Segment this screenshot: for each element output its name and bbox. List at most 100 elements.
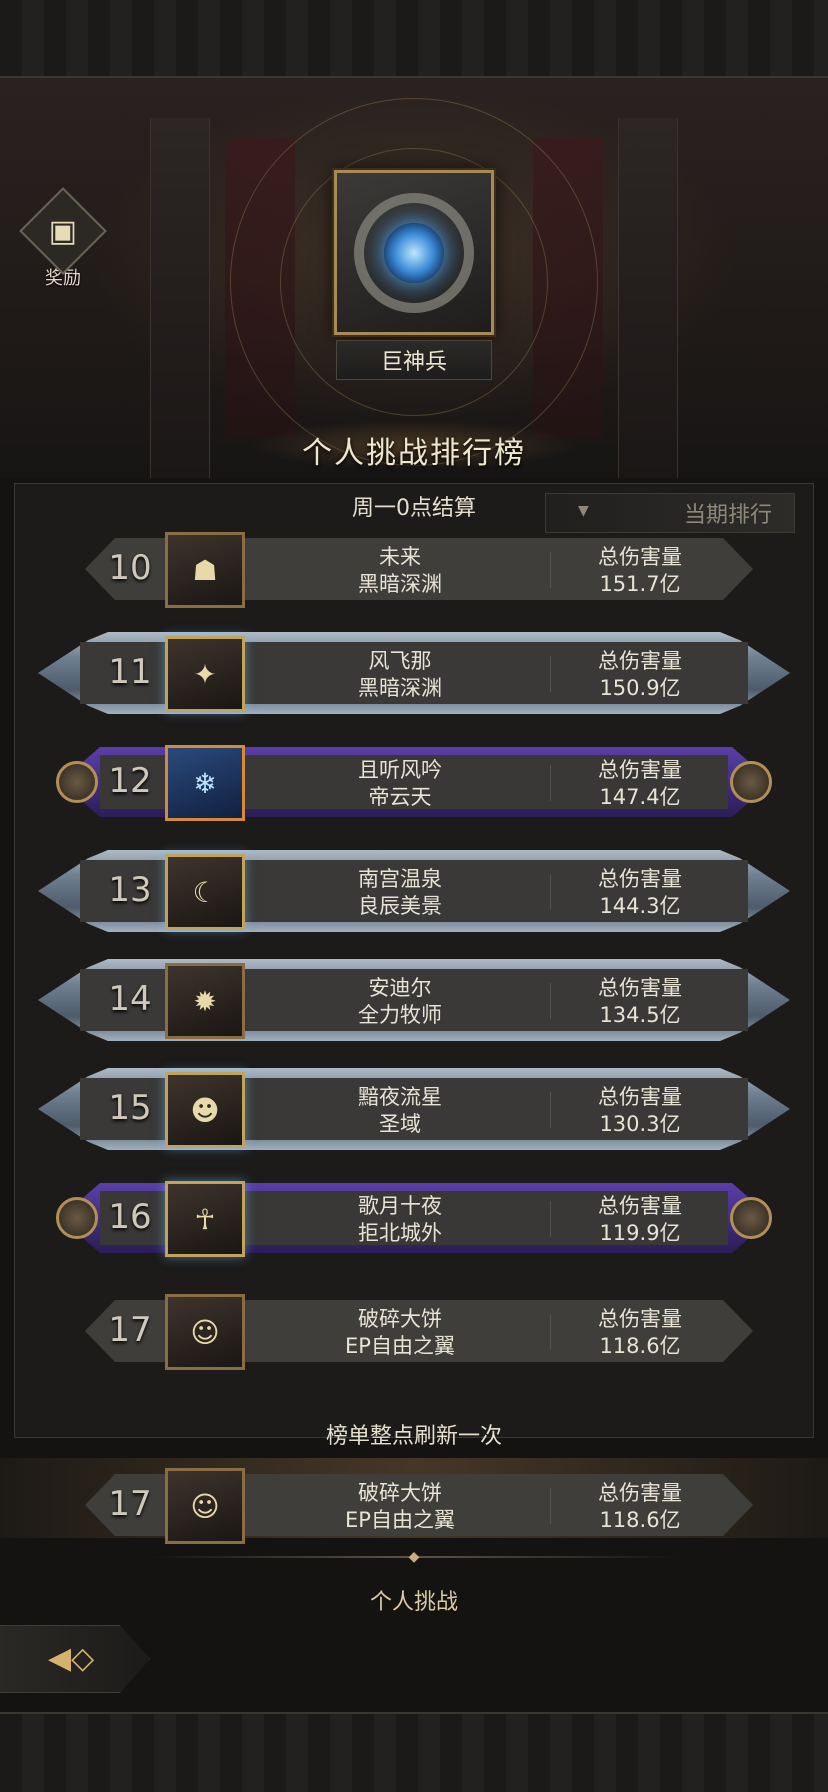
score-value: 147.4亿 (599, 785, 681, 809)
pillar-decoration (618, 118, 678, 478)
row-divider (550, 983, 551, 1019)
player-name: 风飞那 (368, 649, 432, 673)
row-divider (550, 765, 551, 801)
top-ornament-border (0, 0, 828, 78)
player-avatar[interactable]: ✦ (165, 636, 245, 712)
boss-portrait[interactable] (334, 170, 494, 335)
guild-name: EP自由之翼 (345, 1508, 455, 1532)
tab-personal-challenge[interactable]: 个人挑战 (0, 1584, 828, 1616)
player-info: 南宫温泉 良辰美景 (250, 866, 550, 920)
row-divider (550, 874, 551, 910)
score-label: 总伤害量 (598, 649, 682, 673)
boss-ring-decoration (354, 192, 474, 313)
rank-number: 12 (108, 761, 152, 801)
player-name: 破碎大饼 (358, 1481, 442, 1505)
score-value: 134.5亿 (599, 1003, 681, 1027)
score-label: 总伤害量 (598, 1194, 682, 1218)
back-arrow-icon[interactable]: ◀◇ (48, 1641, 94, 1676)
player-info: 黯夜流星 圣域 (250, 1084, 550, 1138)
medallion-icon (56, 1197, 98, 1239)
boss-name: 巨神兵 (336, 340, 492, 380)
player-avatar[interactable]: ❄ (165, 745, 245, 821)
player-info: 破碎大饼 EP自由之翼 (250, 1480, 550, 1534)
medallion-icon (730, 1197, 772, 1239)
player-avatar[interactable]: ☾ (165, 854, 245, 930)
damage-score: 总伤害量 118.6亿 (555, 1480, 725, 1534)
score-label: 总伤害量 (598, 1481, 682, 1505)
rank-number: 10 (108, 548, 152, 588)
reward-button[interactable]: ▣ 奖励 (19, 187, 107, 290)
rank-number: 16 (108, 1197, 152, 1237)
score-label: 总伤害量 (598, 976, 682, 1000)
score-value: 150.9亿 (599, 676, 681, 700)
player-name: 未来 (379, 545, 421, 569)
damage-score: 总伤害量 134.5亿 (555, 975, 725, 1029)
score-value: 130.3亿 (599, 1112, 681, 1136)
player-avatar[interactable]: ☥ (165, 1181, 245, 1257)
damage-score: 总伤害量 147.4亿 (555, 757, 725, 811)
tab-active-marker-icon: ◆ (408, 1549, 420, 1565)
leaderboard-row[interactable]: 12 ❄ 且听风吟 帝云天 总伤害量 147.4亿 (0, 727, 828, 827)
bottom-ornament-border (0, 1712, 828, 1792)
score-label: 总伤害量 (598, 867, 682, 891)
rank-number: 17 (108, 1310, 152, 1350)
player-name: 南宫温泉 (358, 867, 442, 891)
leaderboard-row[interactable]: 14 ✹ 安迪尔 全力牧师 总伤害量 134.5亿 (0, 945, 828, 1045)
rank-number: 11 (108, 652, 152, 692)
row-divider (550, 656, 551, 692)
score-value: 151.7亿 (599, 572, 681, 596)
player-name: 黯夜流星 (358, 1085, 442, 1109)
rank-number: 17 (108, 1484, 152, 1524)
player-avatar[interactable]: ☺ (165, 1294, 245, 1370)
player-info: 歌月十夜 拒北城外 (250, 1193, 550, 1247)
leaderboard-row[interactable]: 16 ☥ 歌月十夜 拒北城外 总伤害量 119.9亿 (0, 1163, 828, 1263)
rank-number: 14 (108, 979, 152, 1019)
leaderboard-row[interactable]: 13 ☾ 南宫温泉 良辰美景 总伤害量 144.3亿 (0, 836, 828, 936)
row-divider (550, 1488, 551, 1524)
treasure-chest-icon: ▣ (19, 187, 107, 275)
player-info: 且听风吟 帝云天 (250, 757, 550, 811)
player-name: 安迪尔 (368, 976, 432, 1000)
player-name: 破碎大饼 (358, 1307, 442, 1331)
rank-number: 15 (108, 1088, 152, 1128)
player-avatar[interactable]: ☗ (165, 532, 245, 608)
my-rank-row[interactable]: 17 ☺ 破碎大饼 EP自由之翼 总伤害量 118.6亿 (0, 1450, 828, 1550)
score-value: 144.3亿 (599, 894, 681, 918)
guild-name: EP自由之翼 (345, 1334, 455, 1358)
row-divider (550, 1201, 551, 1237)
damage-score: 总伤害量 144.3亿 (555, 866, 725, 920)
damage-score: 总伤害量 119.9亿 (555, 1193, 725, 1247)
player-avatar[interactable]: ☻ (165, 1072, 245, 1148)
damage-score: 总伤害量 150.9亿 (555, 648, 725, 702)
score-value: 118.6亿 (599, 1334, 681, 1358)
score-label: 总伤害量 (598, 758, 682, 782)
player-info: 破碎大饼 EP自由之翼 (250, 1306, 550, 1360)
leaderboard-row[interactable]: 17 ☺ 破碎大饼 EP自由之翼 总伤害量 118.6亿 (0, 1276, 828, 1376)
leaderboard-row[interactable]: 10 ☗ 未来 黑暗深渊 总伤害量 151.7亿 (0, 514, 828, 614)
player-info: 安迪尔 全力牧师 (250, 975, 550, 1029)
medallion-icon (56, 761, 98, 803)
row-divider (550, 552, 551, 588)
leaderboard-row[interactable]: 15 ☻ 黯夜流星 圣域 总伤害量 130.3亿 (0, 1054, 828, 1154)
page-title: 个人挑战排行榜 (302, 436, 526, 471)
guild-name: 全力牧师 (358, 1003, 442, 1027)
row-divider (550, 1314, 551, 1350)
damage-score: 总伤害量 151.7亿 (555, 544, 725, 598)
score-label: 总伤害量 (598, 545, 682, 569)
score-label: 总伤害量 (598, 1085, 682, 1109)
player-info: 风飞那 黑暗深渊 (250, 648, 550, 702)
pillar-decoration (150, 118, 210, 478)
leaderboard-row[interactable]: 11 ✦ 风飞那 黑暗深渊 总伤害量 150.9亿 (0, 618, 828, 718)
player-name: 且听风吟 (358, 758, 442, 782)
medallion-icon (730, 761, 772, 803)
player-avatar[interactable]: ☺ (165, 1468, 245, 1544)
player-name: 歌月十夜 (358, 1194, 442, 1218)
guild-name: 拒北城外 (358, 1221, 442, 1245)
score-label: 总伤害量 (598, 1307, 682, 1331)
player-avatar[interactable]: ✹ (165, 963, 245, 1039)
damage-score: 总伤害量 130.3亿 (555, 1084, 725, 1138)
guild-name: 黑暗深渊 (358, 572, 442, 596)
refresh-note: 榜单整点刷新一次 (325, 1424, 502, 1449)
guild-name: 良辰美景 (358, 894, 442, 918)
damage-score: 总伤害量 118.6亿 (555, 1306, 725, 1360)
